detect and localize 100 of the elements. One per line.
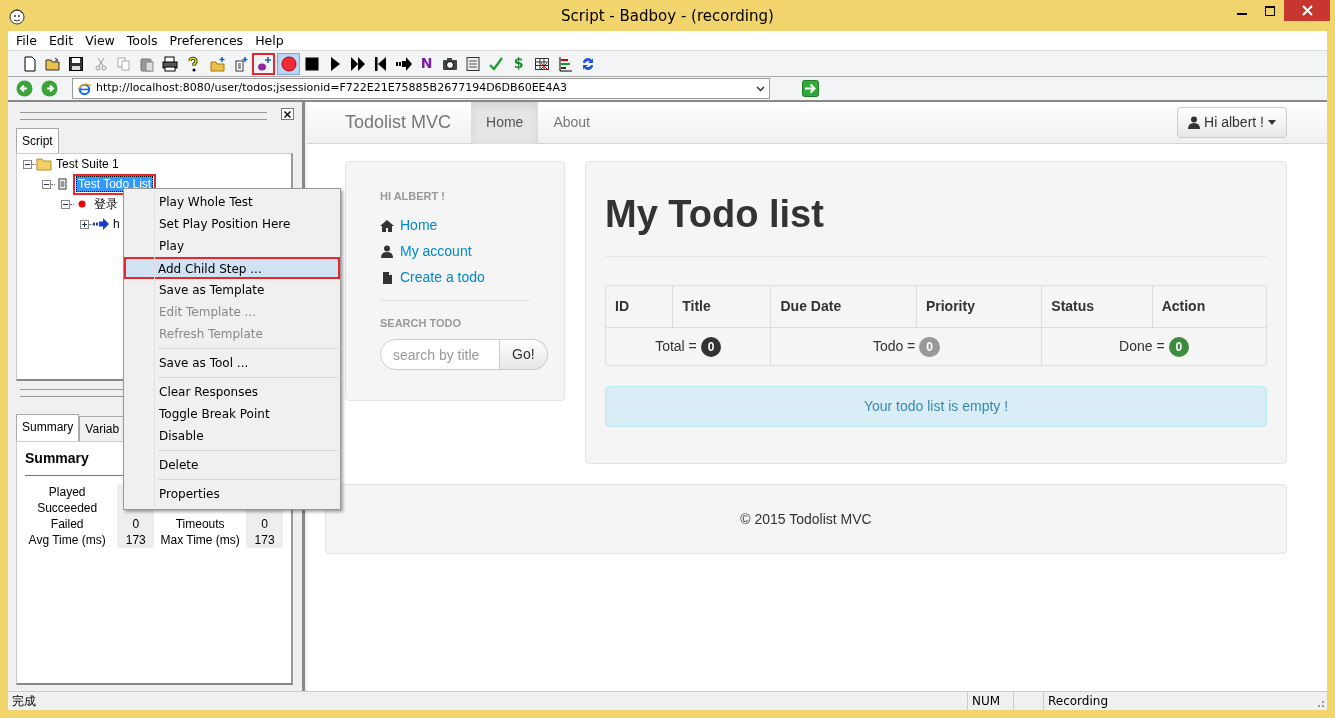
- menu-item[interactable]: Disable: [126, 425, 338, 447]
- close-button[interactable]: [281, 108, 294, 120]
- stat-value: 173: [246, 532, 283, 548]
- tree-item[interactable]: 登录: [92, 195, 120, 213]
- printer-icon: [161, 55, 178, 72]
- status-text: 完成: [11, 693, 37, 710]
- user-icon: [380, 244, 394, 259]
- search-field[interactable]: search by title: [380, 339, 500, 370]
- sidebar-heading: SEARCH TODO: [380, 315, 463, 331]
- arrow-right-icon: [93, 216, 109, 232]
- save-icon: [67, 55, 84, 72]
- stat-value: 0: [117, 516, 155, 532]
- stat-label: Succeeded: [17, 500, 118, 516]
- count-label: Todo =: [872, 337, 916, 354]
- count-label: Done =: [1119, 337, 1165, 354]
- column-header: Priority: [915, 285, 1042, 327]
- address-field[interactable]: http://localhost:8080/user/todos;jsessionid=F722E21E75885B2677194D6DB60EE4A3: [72, 78, 770, 99]
- column-header: Title: [672, 285, 771, 327]
- tab[interactable]: Script: [16, 128, 59, 153]
- expand-icon[interactable]: [80, 219, 89, 229]
- skip-back-icon: [372, 55, 389, 72]
- collapse-icon[interactable]: [23, 159, 32, 169]
- chevron-icon: [756, 85, 765, 92]
- tree-item[interactable]: Test Suite 1: [54, 155, 121, 173]
- tab[interactable]: Summary: [16, 414, 80, 441]
- document-icon: [464, 55, 481, 72]
- copy-icon: [115, 55, 132, 72]
- menu-item[interactable]: Add Child Step ...: [124, 257, 340, 279]
- file-icon: [380, 270, 394, 285]
- user-icon: [1188, 116, 1201, 129]
- user-menu-button[interactable]: Hi albert !: [1177, 107, 1287, 138]
- menu-item[interactable]: Preferences: [163, 31, 250, 50]
- maximize-icon[interactable]: [1265, 5, 1275, 16]
- count-badge: 0: [919, 336, 940, 357]
- arrow-right-icon: [395, 55, 412, 72]
- home-icon: [380, 218, 394, 233]
- close-icon[interactable]: [1301, 5, 1313, 16]
- caret-icon: [1268, 120, 1276, 125]
- stat-label: Failed: [17, 516, 118, 532]
- page-title: My Todo list: [605, 192, 825, 237]
- tab[interactable]: Variab: [79, 416, 126, 441]
- brand-link[interactable]: Todolist MVC: [345, 109, 452, 136]
- count-badge: 0: [1168, 336, 1190, 357]
- stat-label: Avg Time (ms): [17, 532, 118, 548]
- footer-text: © 2015 Todolist MVC: [740, 509, 872, 529]
- sidebar-link[interactable]: Create a todo: [380, 264, 530, 291]
- count-label: Total =: [655, 337, 697, 354]
- record-icon: [280, 55, 297, 72]
- clipboard-icon: [138, 55, 155, 72]
- dot-plus-icon: [255, 55, 272, 72]
- toolbar-button[interactable]: $: [507, 52, 530, 75]
- menu-item[interactable]: Clear Responses: [126, 381, 338, 403]
- check-icon: [487, 55, 504, 72]
- browser-icon: [77, 81, 92, 96]
- status-indicator: NUM: [967, 692, 1013, 710]
- menu-item[interactable]: View: [79, 31, 121, 50]
- fast-forward-icon: [349, 55, 366, 72]
- sidebar-link[interactable]: My account: [380, 238, 530, 265]
- stop-icon: [303, 55, 320, 72]
- search-button[interactable]: Go!: [500, 339, 548, 370]
- stat-label: Timeouts: [154, 516, 247, 532]
- menu-item[interactable]: Play Whole Test: [126, 191, 338, 213]
- menu-item[interactable]: Toggle Break Point: [126, 403, 338, 425]
- menu-item[interactable]: Set Play Position Here: [126, 213, 338, 235]
- folder-icon: [36, 156, 52, 172]
- stat-label: Max Time (ms): [154, 532, 247, 548]
- column-header: Action: [1151, 285, 1266, 327]
- count-badge: 0: [700, 336, 722, 357]
- column-header: Due Date: [770, 285, 916, 327]
- back-button[interactable]: [16, 80, 33, 97]
- menu-item[interactable]: Save as Tool ...: [126, 352, 338, 374]
- menu-item[interactable]: File: [10, 31, 43, 50]
- tree-item[interactable]: h: [111, 215, 122, 233]
- folder-icon: [44, 55, 61, 72]
- menu-item[interactable]: Help: [249, 31, 290, 50]
- column-header: ID: [614, 296, 630, 316]
- empty-alert: Your todo list is empty !: [605, 385, 1267, 427]
- toolbar-button[interactable]: N: [415, 52, 438, 75]
- go-button[interactable]: [802, 80, 819, 97]
- column-header: Status: [1041, 285, 1152, 327]
- nav-link[interactable]: Home: [471, 101, 539, 144]
- bar-chart-icon: [556, 55, 573, 72]
- page-icon: [21, 55, 38, 72]
- scissors-icon: [92, 55, 109, 72]
- forward-button[interactable]: [41, 80, 58, 97]
- page-plus-icon: [232, 55, 249, 72]
- collapse-icon[interactable]: [61, 199, 70, 209]
- status-indicator: Recording: [1043, 692, 1293, 710]
- camera-icon: [441, 55, 458, 72]
- menu-item[interactable]: Edit: [42, 31, 80, 50]
- sidebar-link[interactable]: Home: [380, 212, 530, 239]
- menu-item[interactable]: Save as Template: [126, 279, 338, 301]
- window-title: Script - Badboy - (recording): [561, 7, 774, 25]
- toolbar-button[interactable]: [252, 52, 275, 75]
- collapse-icon[interactable]: [42, 179, 51, 189]
- stat-value: 173: [117, 532, 155, 548]
- menu-item[interactable]: Tools: [120, 31, 164, 50]
- nav-link[interactable]: About: [538, 101, 605, 144]
- menu-item[interactable]: Properties: [126, 483, 338, 505]
- menu-item[interactable]: Play: [126, 235, 338, 257]
